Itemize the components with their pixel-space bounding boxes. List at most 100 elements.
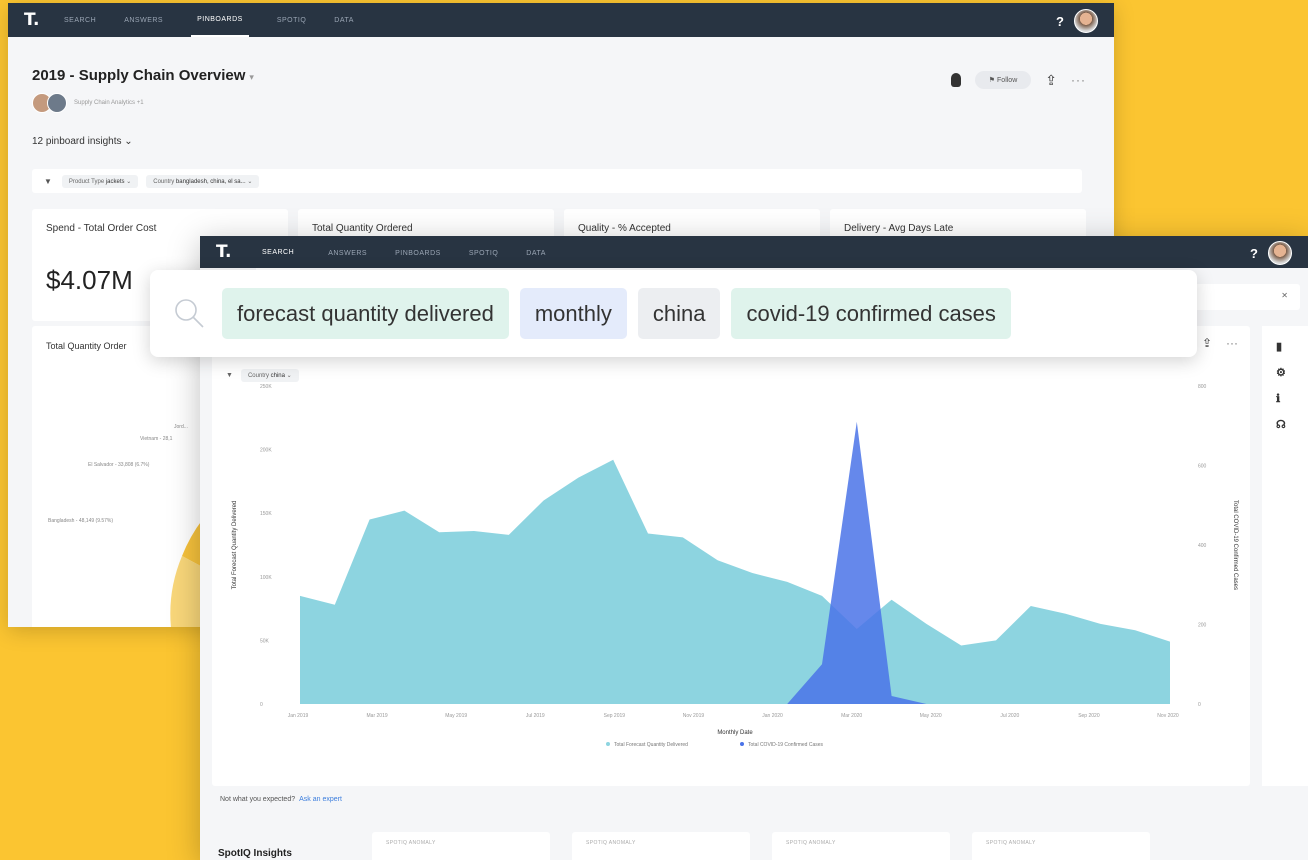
legend-label[interactable]: Total COVID-19 Confirmed Cases <box>748 742 824 748</box>
front-nav-items: SEARCH ANSWERS PINBOARDS SPOTIQ DATA <box>256 236 574 270</box>
chart-config-sidebar: ▮ ⚙ ℹ ☊ <box>1262 326 1308 786</box>
chevron-down-icon: ⌄ <box>126 178 132 185</box>
filter-value: china <box>270 373 285 379</box>
spotiq-card-label: SPOTIQ ANOMALY <box>586 840 636 846</box>
kpi-value: $4.07M <box>46 265 133 295</box>
pinboard-actions: ⚑ Follow ⇪ ··· <box>950 71 1086 89</box>
nav-item-spotiq[interactable]: SPOTIQ <box>469 236 498 270</box>
more-options-icon[interactable]: ··· <box>1226 336 1238 350</box>
kpi-label: Spend - Total Order Cost <box>46 223 157 234</box>
clear-search-icon[interactable]: ✕ <box>1281 291 1288 300</box>
filter-key: Country <box>247 373 269 379</box>
filter-bar: ▼ Product Type jackets ⌄ Country banglad… <box>32 169 1082 193</box>
spotiq-card[interactable]: SPOTIQ ANOMALY <box>572 832 750 860</box>
nav-item-pinboards[interactable]: PINBOARDS <box>191 3 249 37</box>
nav-item-answers[interactable]: ANSWERS <box>124 3 163 37</box>
search-token[interactable]: china <box>637 288 721 339</box>
feedback-text: Not what you expected? <box>220 796 296 803</box>
area-chart[interactable]: 0 50K 100K 150K 200K 250K 0 200 400 600 800 Jan 201… <box>212 326 1250 786</box>
nav-item-spotiq[interactable]: SPOTIQ <box>277 3 306 37</box>
back-top-nav: T. SEARCH ANSWERS PINBOARDS SPOTIQ DATA ? <box>8 3 1114 37</box>
y2-tick-label: 200 <box>1198 623 1207 629</box>
x-tick-label: Mar 2019 <box>367 713 388 719</box>
y2-tick-label: 800 <box>1198 384 1207 390</box>
x-tick-label: Nov 2019 <box>683 713 705 719</box>
ask-expert-link[interactable]: Ask an expert <box>299 796 342 803</box>
follow-label: Follow <box>997 77 1018 84</box>
x-tick-label: Jul 2019 <box>526 713 545 719</box>
filter-icon[interactable]: ▼ <box>44 177 52 186</box>
y-axis-title: Total Forecast Quantity Delivered <box>232 501 238 590</box>
x-tick-label: Sep 2019 <box>604 713 626 719</box>
legend-label[interactable]: Total Forecast Quantity Delivered <box>614 742 688 748</box>
title-chevron-down-icon[interactable]: ▾ <box>249 72 254 82</box>
y-tick-label: 50K <box>260 638 270 644</box>
y-tick-label: 100K <box>260 575 272 581</box>
author-avatar <box>47 93 67 113</box>
share-icon[interactable]: ⇪ <box>1202 336 1212 350</box>
nav-item-data[interactable]: DATA <box>526 236 546 270</box>
thoughtspot-logo-icon[interactable]: T. <box>216 243 234 261</box>
pinboard-insights-count[interactable]: 12 pinboard insights ⌄ <box>32 136 133 147</box>
search-token[interactable]: monthly <box>519 288 627 339</box>
lightbulb-icon[interactable] <box>950 73 961 87</box>
y2-tick-label: 400 <box>1198 543 1207 549</box>
filter-chip-country[interactable]: Country bangladesh, china, el sa... ⌄ <box>146 174 260 188</box>
chart-filter-bar: ▼ Country china ⌄ <box>226 369 307 382</box>
help-icon[interactable]: ? <box>1250 246 1258 261</box>
search-token[interactable]: forecast quantity delivered <box>222 288 509 339</box>
pinboard-authors: Supply Chain Analytics +1 <box>32 93 144 113</box>
series-area-forecast[interactable] <box>300 459 1170 704</box>
filter-key: Country <box>153 178 175 185</box>
follow-button[interactable]: ⚑ Follow <box>974 71 1032 89</box>
spotiq-card[interactable]: SPOTIQ ANOMALY <box>372 832 550 860</box>
chart-actions: ⇪ ··· <box>1202 336 1238 350</box>
kpi-label: Total Quantity Ordered <box>312 223 413 234</box>
filter-chip-product-type[interactable]: Product Type jackets ⌄ <box>61 174 139 188</box>
gear-icon[interactable]: ⚙ <box>1276 366 1286 379</box>
nav-item-search[interactable]: SEARCH <box>256 236 301 270</box>
nav-item-pinboards[interactable]: PINBOARDS <box>395 236 441 270</box>
info-icon[interactable]: ℹ <box>1276 392 1280 405</box>
spotiq-icon[interactable]: ☊ <box>1276 418 1286 431</box>
spotiq-card[interactable]: SPOTIQ ANOMALY <box>972 832 1150 860</box>
kpi-label: Delivery - Avg Days Late <box>844 223 954 234</box>
x-tick-label: Nov 2020 <box>1157 713 1179 719</box>
help-icon[interactable]: ? <box>1056 14 1064 29</box>
feedback-row: Not what you expected? Ask an expert <box>220 796 342 803</box>
spotiq-card-label: SPOTIQ ANOMALY <box>986 840 1036 846</box>
user-avatar[interactable] <box>1268 241 1292 265</box>
nav-item-answers[interactable]: ANSWERS <box>328 236 367 270</box>
user-avatar[interactable] <box>1074 9 1098 33</box>
search-token[interactable]: covid-19 confirmed cases <box>731 288 1011 339</box>
chevron-down-icon: ⌄ <box>286 373 292 379</box>
x-tick-label: Jan 2020 <box>762 713 783 719</box>
filter-value: jackets <box>105 178 125 185</box>
y-tick-label: 0 <box>260 702 263 708</box>
search-icon <box>172 296 208 332</box>
chart-type-icon[interactable]: ▮ <box>1276 340 1282 353</box>
legend-swatch-forecast <box>606 742 610 746</box>
y-tick-label: 150K <box>260 511 272 517</box>
search-tokens: forecast quantity delivered monthly china c… <box>222 288 1022 339</box>
x-tick-label: Jul 2020 <box>1000 713 1019 719</box>
x-tick-label: Sep 2020 <box>1078 713 1100 719</box>
more-options-icon[interactable]: ··· <box>1071 73 1086 87</box>
x-tick-label: May 2019 <box>445 713 467 719</box>
filter-value: bangladesh, china, el sa... <box>175 178 246 185</box>
front-top-nav: T. SEARCH ANSWERS PINBOARDS SPOTIQ DATA ? <box>200 236 1308 270</box>
filter-key: Product Type <box>68 178 105 185</box>
nav-item-search[interactable]: SEARCH <box>64 3 96 37</box>
search-bar[interactable]: forecast quantity delivered monthly china c… <box>150 270 1197 357</box>
filter-icon[interactable]: ▼ <box>226 372 233 379</box>
kpi-label: Quality - % Accepted <box>578 223 671 234</box>
x-tick-label: May 2020 <box>920 713 942 719</box>
y-tick-label: 250K <box>260 384 272 390</box>
spotiq-card[interactable]: SPOTIQ ANOMALY <box>772 832 950 860</box>
spotiq-title: SpotIQ Insights <box>218 848 292 859</box>
thoughtspot-logo-icon[interactable]: T. <box>24 11 42 29</box>
filter-chip-country[interactable]: Country china ⌄ <box>240 369 299 382</box>
nav-item-data[interactable]: DATA <box>334 3 354 37</box>
share-icon[interactable]: ⇪ <box>1045 72 1057 89</box>
pinboard-title: 2019 - Supply Chain Overview ▾ <box>32 67 254 84</box>
